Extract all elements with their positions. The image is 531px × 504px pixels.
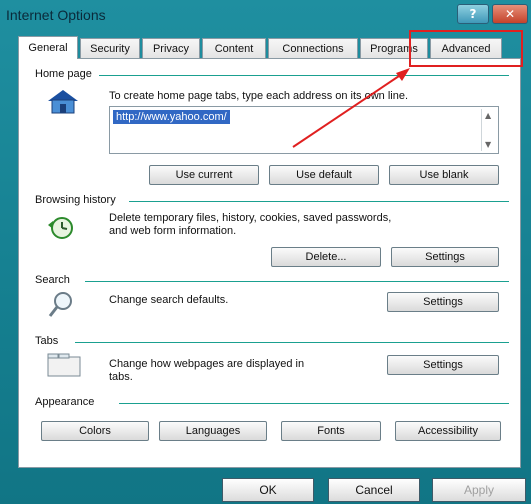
internet-options-window: Internet Options ? ✕ General Security Pr… <box>0 0 531 504</box>
annotation-arrow <box>292 68 410 148</box>
tab-general[interactable]: General <box>18 36 78 59</box>
